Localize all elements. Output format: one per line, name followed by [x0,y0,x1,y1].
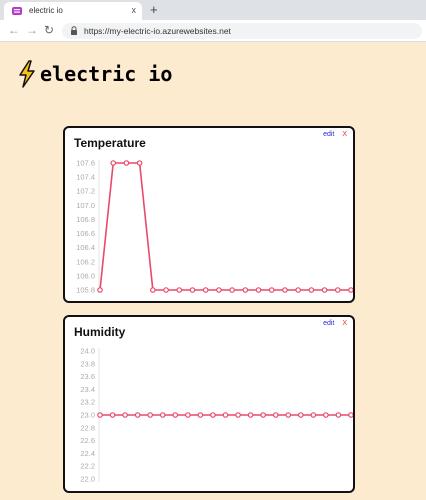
data-point [110,160,117,166]
lightning-bolt-icon [19,60,35,88]
data-point [185,412,191,418]
data-point [159,412,166,418]
y-tick-label: 107.6 [76,159,95,168]
humidity-card: Humidity edit X 24.0 23.8 23.6 23.4 23.2 23.0… [63,315,355,493]
url-text: https://my-electric-io.azurewebsites.net [84,26,231,36]
data-point [308,287,315,293]
data-point [323,412,329,418]
data-point [255,287,262,293]
data-point [147,412,154,418]
browser-tab-bar: electric io x + [0,0,426,20]
data-point [335,412,342,418]
y-tick-label: 22.2 [80,462,95,471]
data-point [295,287,301,293]
humidity-chart: 24.0 23.8 23.6 23.4 23.2 23.0 22.8 22.6 22.4 22.2… [80,347,353,484]
new-tab-button[interactable]: + [150,2,158,17]
data-point [222,412,229,418]
y-tick-label: 23.2 [80,398,95,407]
forward-arrow-icon[interactable]: → [26,23,38,37]
data-point [272,412,279,418]
data-point [310,412,317,418]
data-point [202,287,209,293]
data-point [298,412,304,418]
lock-icon [71,26,77,35]
reload-icon[interactable]: ↻ [44,23,54,37]
data-point [172,412,179,418]
site-favicon-icon [12,7,22,15]
y-tick-label: 106.4 [76,243,95,252]
data-point [216,287,222,293]
data-point [97,287,103,293]
data-point [123,160,130,166]
data-point [136,160,143,166]
data-point [268,287,275,293]
app-title: electric io [40,62,173,86]
y-tick-label: 105.8 [76,286,95,295]
y-tick-label: 23.4 [80,385,95,394]
data-point [260,412,266,418]
tab-title: electric io [29,6,63,15]
data-point [134,412,141,418]
data-point [247,412,254,418]
data-point [285,412,292,418]
y-tick-label: 106.6 [76,229,95,238]
data-point [163,287,169,293]
temperature-chart: 107.6 107.4 107.2 107.0 106.8 106.6 106.4 106.2… [76,159,353,295]
data-point [282,287,288,293]
data-point [334,287,341,293]
data-point [321,287,328,293]
data-point [97,412,103,418]
data-point [122,412,128,418]
data-point [109,412,116,418]
y-tick-label: 107.2 [76,187,95,196]
y-tick-label: 23.8 [80,359,95,368]
y-tick-label: 24.0 [80,347,95,356]
y-tick-label: 22.0 [80,475,95,484]
data-point [348,412,353,418]
data-point [150,287,156,293]
y-tick-label: 23.6 [80,372,95,381]
series-line [99,162,351,291]
y-tick-label: 107.4 [76,173,95,182]
tab-close-icon[interactable]: x [132,4,137,16]
back-arrow-icon[interactable]: ← [8,23,20,37]
data-point [197,412,204,418]
temperature-card: Temperature edit X 107.6 107.4 107.2 107.0 1… [63,126,355,303]
data-point [229,287,235,293]
data-point [348,287,353,293]
y-tick-label: 22.4 [80,449,95,458]
y-tick-label: 22.8 [80,423,95,432]
y-tick-label: 22.6 [80,436,95,445]
browser-tab[interactable]: electric io x [4,2,142,20]
y-tick-label: 23.0 [80,411,95,420]
data-point [176,287,183,293]
y-tick-label: 106.0 [76,271,95,280]
y-tick-label: 106.2 [76,257,95,266]
data-point [235,412,241,418]
data-point [210,412,216,418]
url-field[interactable]: https://my-electric-io.azurewebsites.net [62,23,422,39]
y-tick-label: 107.0 [76,201,95,210]
browser-address-bar: ← → ↻ https://my-electric-io.azurewebsit… [0,20,426,42]
data-point [242,287,249,293]
data-point [189,287,196,293]
y-tick-label: 106.8 [76,215,95,224]
